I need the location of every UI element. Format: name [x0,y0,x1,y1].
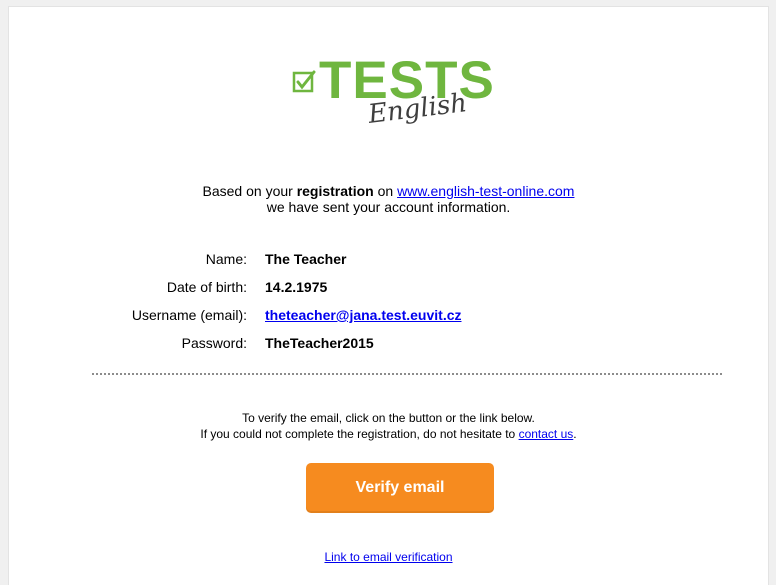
account-info-table: Name: The Teacher Date of birth: 14.2.19… [101,245,462,357]
intro-text-start: Based on your [202,183,297,199]
verify-instructions: To verify the email, click on the button… [9,410,768,442]
email-verification-link[interactable]: Link to email verification [324,550,452,564]
account-value-username: theteacher@jana.test.euvit.cz [265,301,462,329]
tests-english-logo: TESTS English [292,51,522,141]
account-row-name: Name: The Teacher [101,245,462,273]
verify-instructions-line2: If you could not complete the registrati… [200,427,519,441]
account-value-dob: 14.2.1975 [265,279,328,295]
dotted-divider [92,373,722,375]
account-label: Username (email): [131,307,247,323]
verify-instructions-period: . [573,427,577,441]
intro-registration-word: registration [296,183,374,199]
intro-text: Based on your registration on www.englis… [9,183,768,215]
account-label: Date of birth: [166,279,247,295]
intro-text-line2: we have sent your account information. [266,199,511,215]
account-row-dob: Date of birth: 14.2.1975 [101,273,462,301]
account-row-username: Username (email): theteacher@jana.test.e… [101,301,462,329]
website-link[interactable]: www.english-test-online.com [397,183,574,199]
email-card: TESTS English Based on your registration… [8,6,769,585]
contact-us-link[interactable]: contact us [519,427,574,441]
account-value-password: TheTeacher2015 [265,335,374,351]
verify-email-button[interactable]: Verify email [306,463,494,513]
username-email-link[interactable]: theteacher@jana.test.euvit.cz [265,307,462,323]
checkbox-check-icon [292,70,316,93]
verify-instructions-line1: To verify the email, click on the button… [242,411,535,425]
verify-link-wrapper: Link to email verification [9,550,768,564]
account-label: Password: [181,335,247,351]
account-row-password: Password: TheTeacher2015 [101,329,462,357]
account-value-name: The Teacher [265,251,347,267]
account-label: Name: [205,251,247,267]
intro-text-mid: on [373,183,398,199]
